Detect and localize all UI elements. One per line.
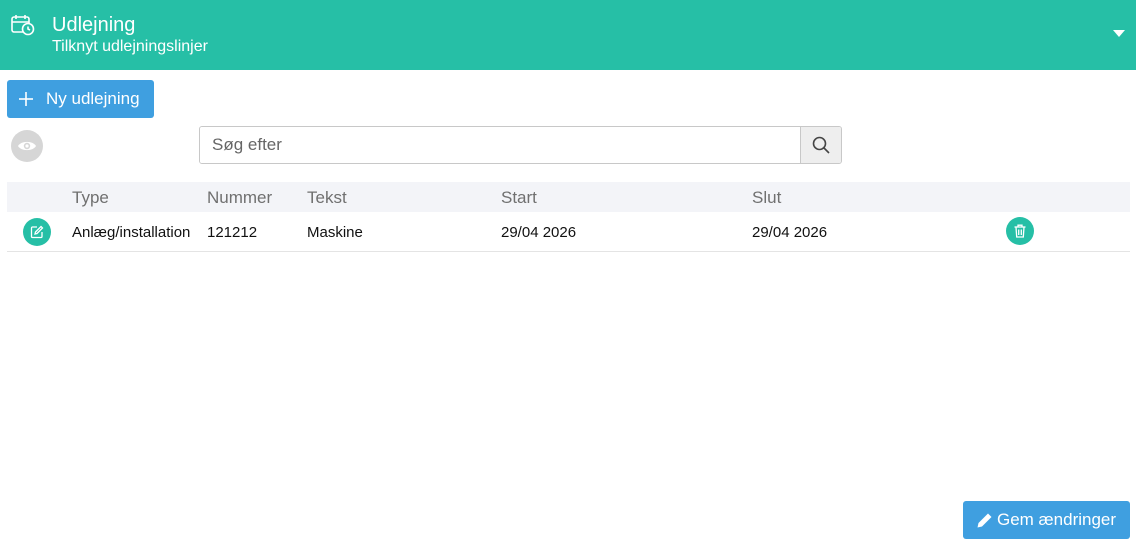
search-bar xyxy=(199,126,842,164)
column-header-nummer[interactable]: Nummer xyxy=(207,188,272,208)
cell-type: Anlæg/installation xyxy=(72,224,191,241)
save-changes-button[interactable]: Gem ændringer xyxy=(963,501,1130,539)
edit-row-button[interactable] xyxy=(23,218,51,246)
collapse-caret-icon[interactable] xyxy=(1112,28,1126,38)
trash-icon xyxy=(1014,224,1026,238)
plus-icon xyxy=(19,92,33,106)
app-header: Udlejning Tilknyt udlejningslinjer xyxy=(0,0,1136,70)
page-title: Udlejning xyxy=(52,14,136,36)
table-row[interactable]: Anlæg/installation 121212 Maskine 29/04 … xyxy=(7,212,1130,252)
column-header-type[interactable]: Type xyxy=(72,188,109,208)
new-rental-label: Ny udlejning xyxy=(46,89,140,108)
pencil-icon xyxy=(977,513,992,527)
save-changes-label: Gem ændringer xyxy=(997,510,1117,529)
column-header-tekst[interactable]: Tekst xyxy=(307,188,347,208)
search-button[interactable] xyxy=(800,127,841,163)
cell-start: 29/04 2026 xyxy=(501,224,577,241)
cell-tekst: Maskine xyxy=(307,224,363,241)
table-header: Type Nummer Tekst Start Slut xyxy=(7,182,1130,212)
delete-row-button[interactable] xyxy=(1006,217,1034,245)
column-header-slut[interactable]: Slut xyxy=(752,188,781,208)
visibility-toggle-button[interactable] xyxy=(11,130,43,162)
search-input[interactable] xyxy=(200,127,800,163)
edit-icon xyxy=(30,225,44,239)
calendar-clock-icon xyxy=(11,15,35,36)
new-rental-button[interactable]: Ny udlejning xyxy=(7,80,154,118)
eye-icon xyxy=(18,141,36,151)
cell-slut: 29/04 2026 xyxy=(752,224,828,241)
cell-nummer: 121212 xyxy=(207,224,258,241)
page-subtitle: Tilknyt udlejningslinjer xyxy=(52,38,208,55)
search-icon xyxy=(812,136,830,154)
column-header-start[interactable]: Start xyxy=(501,188,537,208)
